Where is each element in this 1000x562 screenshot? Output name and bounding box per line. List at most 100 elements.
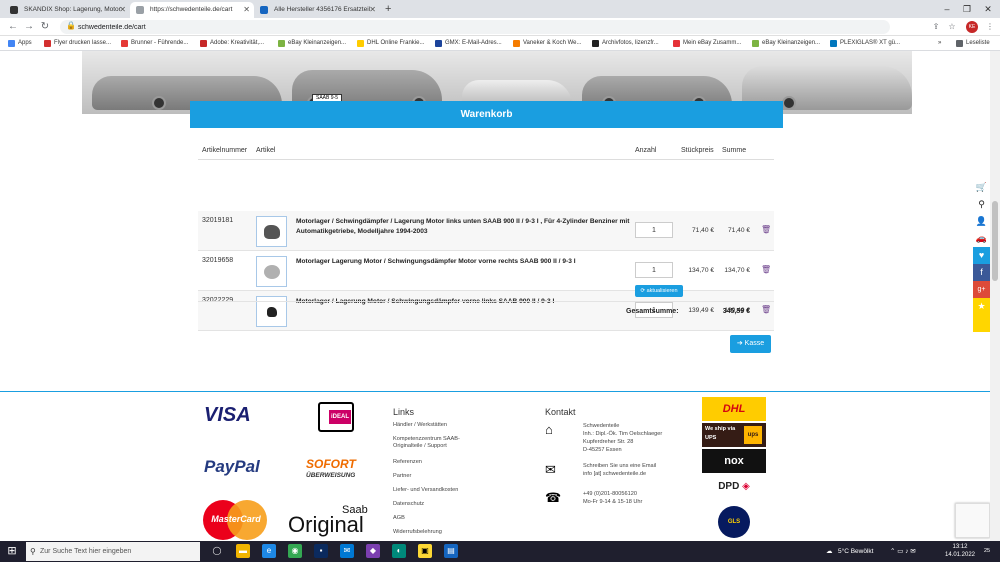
star-icon[interactable]: ★ [973, 298, 990, 332]
app-icon[interactable]: ◆ [366, 544, 380, 558]
close-icon[interactable]: ✕ [119, 2, 126, 18]
close-icon[interactable]: ✕ [243, 2, 250, 18]
outlook-icon[interactable]: ✉ [340, 544, 354, 558]
car-icon[interactable]: 🚗 [973, 230, 990, 247]
cart-icon[interactable]: 🛒 [973, 179, 990, 196]
window-close-icon[interactable]: ✕ [978, 0, 998, 18]
page-scrollbar[interactable] [990, 51, 1000, 541]
bookmark-favicon-icon [357, 40, 364, 47]
chrome-icon[interactable]: ◉ [288, 544, 302, 558]
skandix-favicon-icon [10, 6, 18, 14]
trash-icon[interactable]: 🗑 [761, 265, 771, 274]
bookmark-favicon-icon [200, 40, 207, 47]
windows-start-icon[interactable]: ⊞ [6, 545, 18, 557]
quantity-input[interactable] [635, 262, 673, 278]
product-description[interactable]: Motorlager Lagerung Motor / Schwingungsd… [296, 257, 631, 267]
ideal-logo: iDEAL [318, 402, 354, 432]
bookmark-item[interactable]: Flyer drucken lasse... [44, 37, 111, 50]
bookmark-item[interactable]: GMX: E-Mail-Adres... [435, 37, 502, 50]
bookmark-item[interactable]: Vaneker & Koch We... [513, 37, 581, 50]
tray-icons[interactable]: ⌃ ▭ ♪ ✉ [890, 541, 916, 562]
quantity-input[interactable] [635, 222, 673, 238]
unit-price: 134,70 € [688, 267, 714, 274]
bookmark-item[interactable]: Archivfotos, lizenzfr... [592, 37, 659, 50]
footer-link-datenschutz[interactable]: Datenschutz [393, 501, 513, 508]
tab-skandix[interactable]: SKANDIX Shop: Lagerung, Motor ✕ [4, 2, 130, 18]
recaptcha-badge[interactable] [955, 503, 990, 538]
original-logo: Original [288, 512, 364, 537]
address-bar[interactable]: 🔒 [60, 20, 890, 34]
lock-icon: 🔒 [66, 21, 76, 30]
bookmark-item[interactable]: Adobe: Kreativität,... [200, 37, 264, 50]
app-icon[interactable]: ◐ [392, 544, 406, 558]
unit-price: 71,40 € [692, 227, 714, 234]
tab-hersteller[interactable]: Alle Hersteller 4356176 Ersatzteil ✕ [254, 2, 380, 18]
product-description[interactable]: Motorlager / Schwingdämpfer / Lagerung M… [296, 217, 631, 237]
product-thumbnail[interactable] [256, 256, 287, 287]
footer-link-haendler[interactable]: Händler / Werkstätten [393, 422, 513, 429]
task-view-icon[interactable]: ◯ [210, 544, 224, 558]
header-unit-price: Stückpreis [681, 147, 714, 154]
weather-text[interactable]: 5°C Bewölkt [838, 541, 873, 562]
user-icon[interactable]: 👤 [973, 213, 990, 230]
reload-icon[interactable]: ↻ [38, 20, 52, 34]
bookmark-item[interactable]: Brunner - Führende... [121, 37, 188, 50]
table-row: 32019181 Motorlager / Schwingdämpfer / L… [198, 211, 774, 251]
bookmark-apps[interactable]: Apps [8, 37, 32, 50]
footer-link-widerruf[interactable]: Widerrufsbelehrung [393, 529, 513, 536]
back-arrow-icon[interactable]: ← [6, 20, 20, 34]
article-number: 32019181 [202, 217, 234, 224]
heart-icon[interactable]: ♥ [973, 247, 990, 264]
scrollbar-thumb[interactable] [992, 201, 998, 281]
app-icon[interactable]: ▤ [444, 544, 458, 558]
new-tab-button[interactable]: + [385, 2, 391, 16]
notifications-badge[interactable]: 25 [984, 541, 990, 562]
reading-list[interactable]: Leseliste [956, 37, 990, 50]
refresh-icon: ⟳ [640, 288, 646, 294]
google-plus-icon[interactable]: g+ [973, 281, 990, 298]
clock[interactable]: 13:12 14.01.2022 [940, 543, 980, 559]
update-cart-button[interactable]: ⟳ aktualisieren [635, 285, 683, 297]
share-icon[interactable]: ⇪ [930, 21, 942, 33]
weather-cloud-icon[interactable]: ☁ [826, 541, 833, 562]
facebook-icon[interactable]: f [973, 264, 990, 281]
footer-link-partner[interactable]: Partner [393, 473, 513, 480]
footer-link-agb[interactable]: AGB [393, 515, 513, 522]
restore-icon[interactable]: ❐ [957, 0, 977, 18]
menu-dots-icon[interactable]: ⋮ [984, 21, 996, 33]
bookmark-item[interactable]: eBay Kleinanzeigen... [278, 37, 346, 50]
bookmark-item[interactable]: PLEXIGLAS® XT gü... [830, 37, 900, 50]
tab-schwedenteile-cart[interactable]: https://schwedenteile.de/cart ✕ [130, 2, 254, 18]
ad-favicon-icon [260, 6, 268, 14]
bookmark-item[interactable]: eBay Kleinanzeigen... [752, 37, 820, 50]
app-icon[interactable]: ▣ [418, 544, 432, 558]
links-title: Links [393, 407, 415, 417]
ups-logo: We ship via UPS ups [702, 423, 766, 447]
bookmark-item[interactable]: Mein eBay Zusamm... [673, 37, 741, 50]
search-icon: ⚲ [30, 547, 36, 556]
contact-email[interactable]: Schreiben Sie uns eine Email info [at] s… [583, 462, 693, 478]
app-icon[interactable]: ▪ [314, 544, 328, 558]
tab-title: https://schwedenteile.de/cart [150, 6, 233, 13]
search-icon[interactable]: ⚲ [973, 196, 990, 213]
bookmark-star-icon[interactable]: ☆ [946, 21, 958, 33]
edge-icon[interactable]: e [262, 544, 276, 558]
checkout-button[interactable]: ➔ Kasse [730, 335, 771, 353]
taskbar-search[interactable]: ⚲ Zur Suche Text hier eingeben [26, 542, 200, 561]
product-thumbnail[interactable] [256, 216, 287, 247]
close-icon[interactable]: ✕ [369, 2, 376, 18]
footer-link-versandkosten[interactable]: Liefer- und Versandkosten [393, 487, 513, 494]
more-bookmarks-icon[interactable]: » [938, 37, 941, 50]
bookmark-favicon-icon [830, 40, 837, 47]
forward-arrow-icon[interactable]: → [22, 20, 36, 34]
footer-link-kompetenzzentrum[interactable]: Kompetenzzentrum SAAB-Originalteile / Su… [393, 436, 483, 450]
minimize-icon[interactable]: – [937, 0, 957, 18]
footer-link-referenzen[interactable]: Referenzen [393, 459, 513, 466]
url-input[interactable] [78, 20, 478, 34]
trash-icon[interactable]: 🗑 [761, 225, 771, 234]
bookmark-item[interactable]: DHL Online Frankie... [357, 37, 424, 50]
page-viewport: SAAB 9-5 Warenkorb Artikelnummer Artikel… [0, 51, 990, 541]
profile-avatar[interactable]: KE [966, 21, 978, 33]
file-explorer-icon[interactable]: ▬ [236, 544, 250, 558]
header-article-no: Artikelnummer [202, 147, 248, 154]
